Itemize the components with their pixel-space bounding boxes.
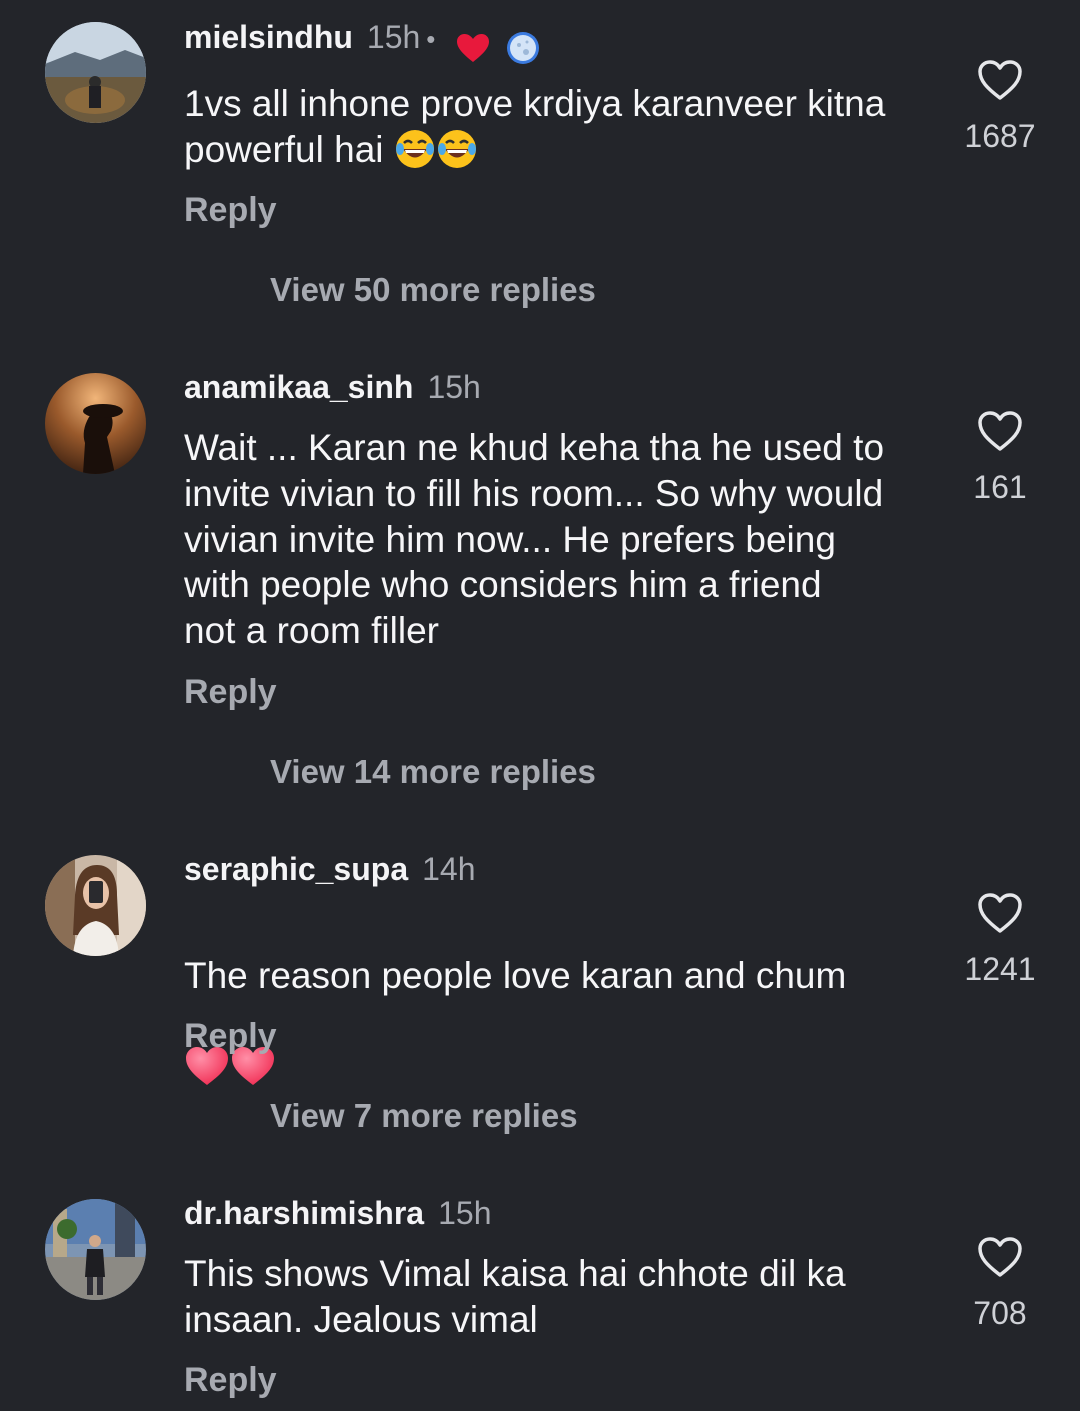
timestamp: 15h bbox=[438, 1195, 492, 1231]
like-count: 1687 bbox=[964, 118, 1036, 154]
timestamp: 14h bbox=[422, 851, 476, 887]
like-count: 161 bbox=[973, 469, 1027, 505]
comment-header: dr.harshimishra 15h bbox=[184, 1193, 491, 1233]
avatar[interactable] bbox=[45, 1199, 146, 1300]
timestamp: 15h bbox=[427, 369, 481, 405]
heart-outline-icon[interactable] bbox=[976, 58, 1024, 102]
comment-body: The reason people love karan and chum bbox=[184, 954, 847, 996]
comment-text: 1vs all inhone prove krdiya karanveer ki… bbox=[184, 81, 934, 181]
like-control: 161 bbox=[940, 409, 1060, 507]
reply-button[interactable]: Reply bbox=[184, 1016, 277, 1056]
comment-body: 1vs all inhone prove krdiya karanveer ki… bbox=[184, 83, 886, 170]
comment-header: seraphic_supa 14h bbox=[184, 849, 476, 889]
avatar[interactable] bbox=[45, 373, 146, 474]
blue-moon-icon bbox=[507, 31, 540, 64]
comment-header: mielsindhu 15h • bbox=[184, 17, 540, 65]
separator-dot: • bbox=[426, 24, 436, 54]
reaction-badges bbox=[455, 25, 540, 65]
username[interactable]: dr.harshimishra bbox=[184, 1195, 424, 1231]
like-control: 1687 bbox=[940, 58, 1060, 156]
view-more-replies-button[interactable]: View 14 more replies bbox=[270, 752, 596, 792]
like-count: 1241 bbox=[964, 951, 1036, 987]
comment-text: This shows Vimal kaisa hai chhote dil ka… bbox=[184, 1253, 846, 1340]
username[interactable]: seraphic_supa bbox=[184, 851, 408, 887]
like-control: 1241 bbox=[940, 891, 1060, 989]
username[interactable]: mielsindhu bbox=[184, 19, 353, 55]
avatar[interactable] bbox=[45, 22, 146, 123]
avatar[interactable] bbox=[45, 855, 146, 956]
heart-outline-icon[interactable] bbox=[976, 891, 1024, 935]
face-with-tears-of-joy-icon bbox=[436, 128, 478, 181]
red-heart-icon bbox=[457, 33, 490, 62]
reply-button[interactable]: Reply bbox=[184, 190, 277, 230]
username[interactable]: anamikaa_sinh bbox=[184, 369, 413, 405]
comment-header: anamikaa_sinh 15h bbox=[184, 367, 481, 407]
like-control: 708 bbox=[940, 1235, 1060, 1333]
heart-outline-icon[interactable] bbox=[976, 1235, 1024, 1279]
reply-button[interactable]: Reply bbox=[184, 672, 277, 712]
reply-button[interactable]: Reply bbox=[184, 1360, 277, 1400]
view-more-replies-button[interactable]: View 7 more replies bbox=[270, 1096, 578, 1136]
view-more-replies-button[interactable]: View 50 more replies bbox=[270, 270, 596, 310]
face-with-tears-of-joy-icon bbox=[394, 128, 436, 181]
like-count: 708 bbox=[973, 1295, 1027, 1331]
heart-outline-icon[interactable] bbox=[976, 409, 1024, 453]
timestamp: 15h bbox=[366, 19, 421, 55]
comment-text: Wait ... Karan ne khud keha tha he used … bbox=[184, 427, 885, 652]
comment-text: The reason people love karan and chum bbox=[184, 907, 934, 1098]
